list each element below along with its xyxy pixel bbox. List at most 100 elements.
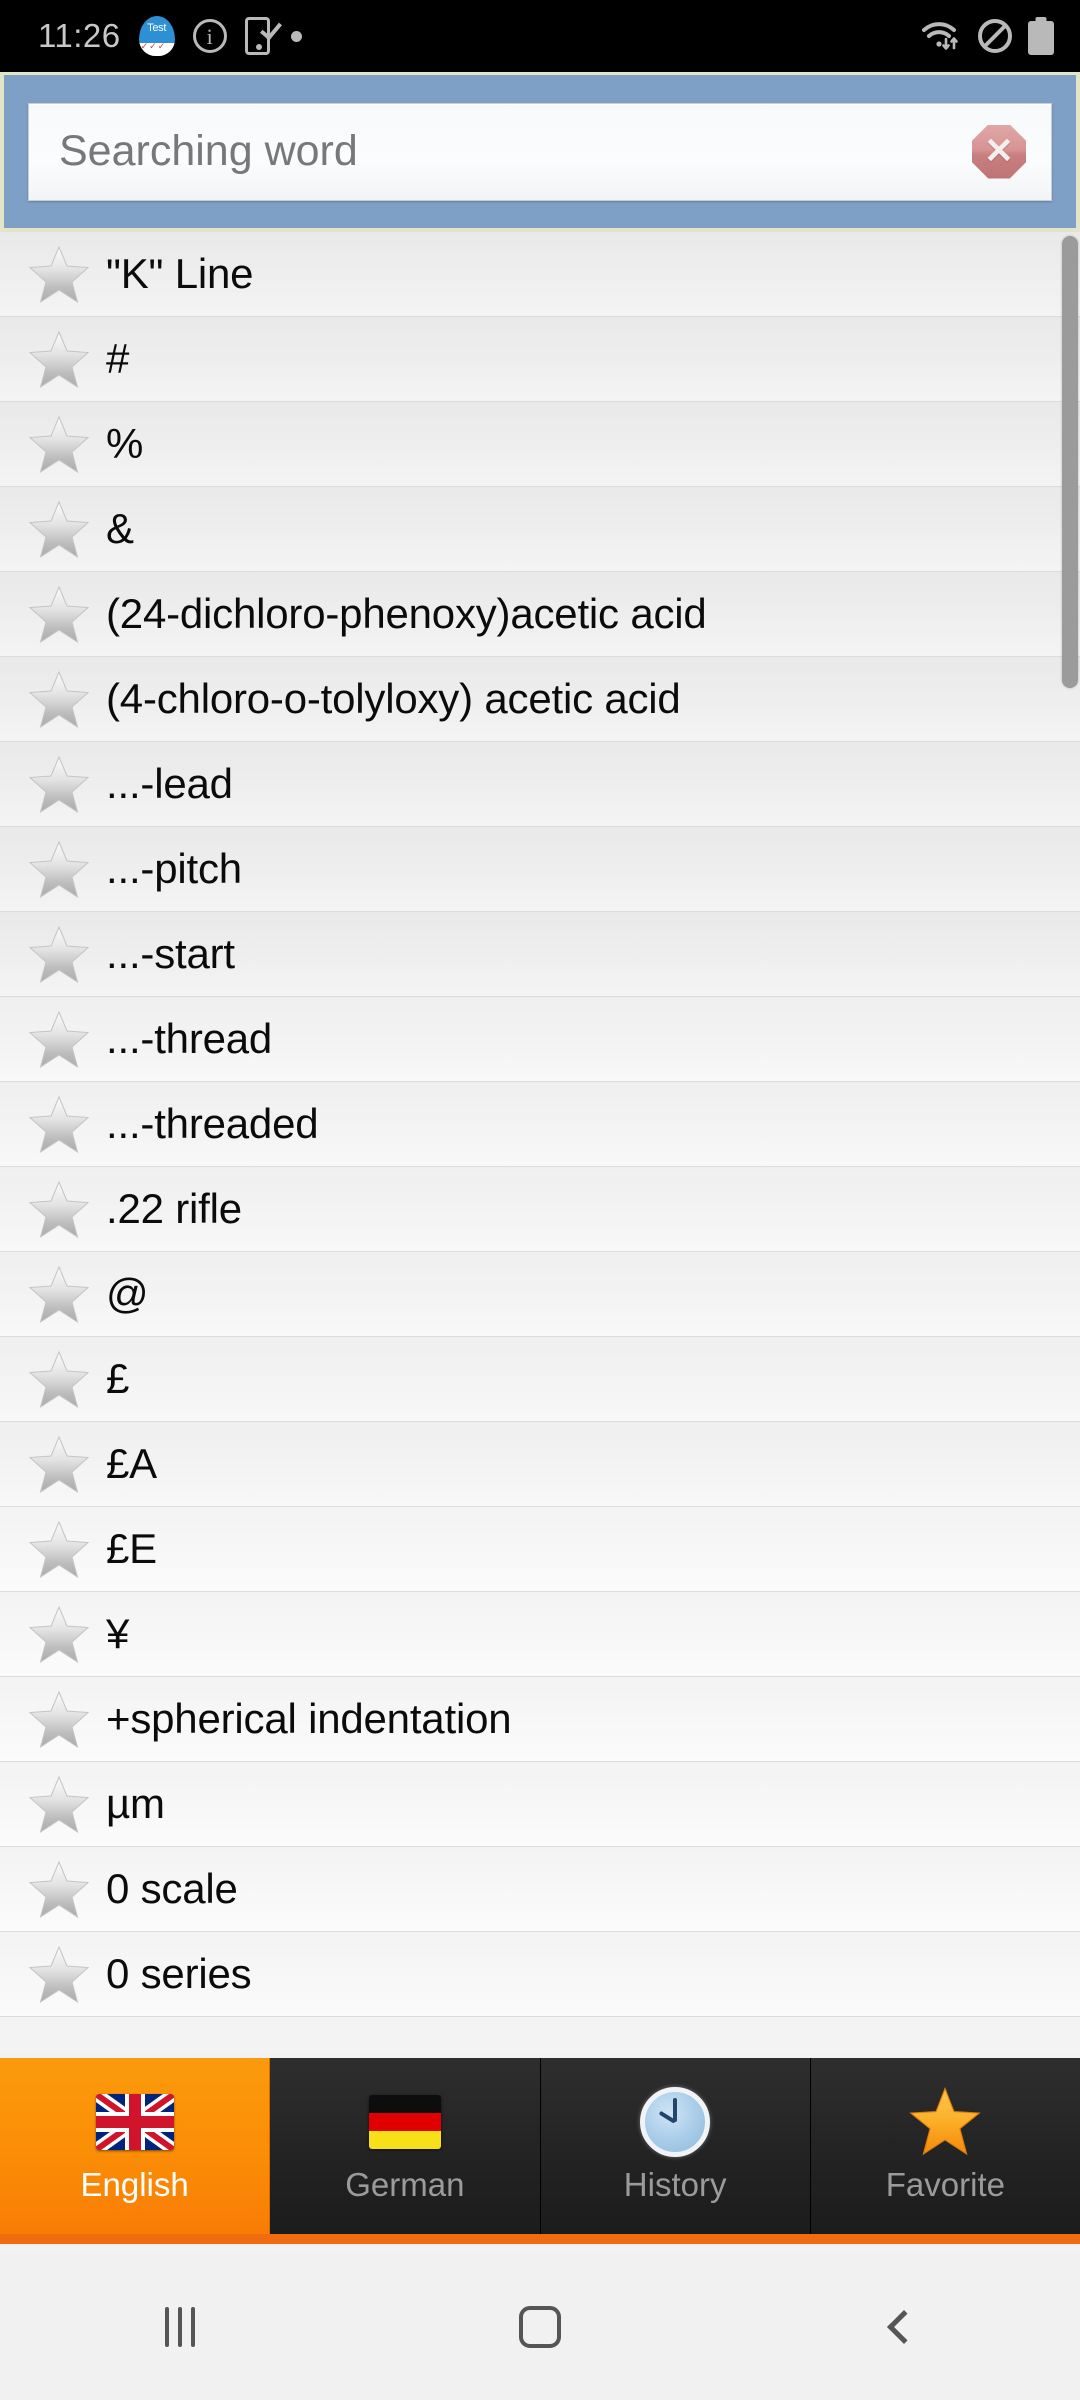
favorite-star-outline-icon[interactable] — [28, 924, 90, 984]
tab-history-label: History — [623, 2166, 727, 2203]
test-app-icon-base — [138, 41, 175, 56]
favorite-star-outline-icon[interactable] — [28, 1179, 90, 1239]
list-item-label: % — [106, 420, 144, 467]
phone-screen: 11:26 Test i — [0, 0, 1080, 2400]
list-item-label: +spherical indentation — [106, 1695, 512, 1742]
list-item[interactable]: 0 series — [0, 1932, 1080, 2017]
list-item-label: £E — [106, 1525, 157, 1572]
favorite-star-outline-icon[interactable] — [28, 754, 90, 814]
list-item-label: ...-start — [106, 930, 235, 977]
clear-x-glyph: ✕ — [983, 129, 1015, 171]
list-item-label: 0 scale — [106, 1865, 238, 1912]
home-icon — [519, 2306, 561, 2348]
list-item[interactable]: # — [0, 317, 1080, 402]
status-bar: 11:26 Test i — [0, 0, 1080, 72]
battery-icon — [1028, 17, 1054, 55]
uk-flag-icon — [94, 2088, 176, 2156]
tab-favorite[interactable]: Favorite — [810, 2058, 1080, 2234]
list-item-label: ¥ — [106, 1610, 130, 1657]
recents-button[interactable] — [0, 2307, 360, 2347]
list-item[interactable]: .22 rifle — [0, 1167, 1080, 1252]
list-item-label: (4-chloro-o-tolyloxy) acetic acid — [106, 675, 681, 722]
favorite-star-outline-icon[interactable] — [28, 1774, 90, 1834]
list-item-label: ...-threaded — [106, 1100, 319, 1147]
list-item[interactable]: ¥ — [0, 1592, 1080, 1677]
list-item[interactable]: @ — [0, 1252, 1080, 1337]
list-item[interactable]: ...-start — [0, 912, 1080, 997]
status-clock: 11:26 — [38, 17, 121, 54]
list-item[interactable]: ...-threaded — [0, 1082, 1080, 1167]
info-circle-icon: i — [192, 19, 227, 53]
favorite-star-outline-icon[interactable] — [28, 839, 90, 899]
list-item[interactable]: "K" Line — [0, 232, 1080, 317]
favorite-star-outline-icon[interactable] — [28, 1689, 90, 1749]
bottom-tab-bar: English German History Favorite — [0, 2058, 1080, 2244]
list-item-label: 0 series — [106, 1950, 252, 1997]
list-item-label: £A — [106, 1440, 157, 1487]
favorite-star-outline-icon[interactable] — [28, 1009, 90, 1069]
favorite-star-outline-icon[interactable] — [28, 1094, 90, 1154]
tab-english-label: English — [80, 2166, 189, 2203]
favorite-star-outline-icon[interactable] — [28, 1434, 90, 1494]
tab-english[interactable]: English — [0, 2058, 271, 2234]
favorite-star-outline-icon[interactable] — [28, 329, 90, 389]
list-item[interactable]: £ — [0, 1337, 1080, 1422]
scrollbar-thumb[interactable] — [1062, 236, 1078, 688]
favorite-star-outline-icon[interactable] — [28, 1349, 90, 1409]
status-bar-right — [920, 17, 1054, 55]
dot-indicator-icon — [290, 30, 302, 42]
list-item-label: "K" Line — [106, 250, 254, 297]
back-button[interactable] — [720, 2310, 1080, 2344]
list-item-label: µm — [106, 1780, 165, 1827]
list-item-label: & — [106, 505, 134, 552]
search-input[interactable]: Searching word ✕ — [28, 102, 1052, 201]
german-flag-icon — [364, 2088, 446, 2156]
list-item-label: £ — [106, 1355, 130, 1402]
android-nav-bar — [0, 2254, 1080, 2400]
list-item[interactable]: +spherical indentation — [0, 1677, 1080, 1762]
list-item[interactable]: ...-lead — [0, 742, 1080, 827]
clock-icon — [634, 2087, 716, 2157]
search-input-placeholder: Searching word — [59, 127, 358, 175]
favorite-star-outline-icon[interactable] — [28, 1264, 90, 1324]
test-app-icon: Test — [138, 16, 175, 56]
list-item[interactable]: ...-thread — [0, 997, 1080, 1082]
list-item-label: ...-pitch — [106, 845, 242, 892]
do-not-disturb-icon — [978, 19, 1012, 53]
tab-german-label: German — [345, 2166, 465, 2203]
favorite-star-outline-icon[interactable] — [28, 1859, 90, 1919]
home-button[interactable] — [360, 2306, 720, 2348]
list-item-label: @ — [106, 1270, 149, 1317]
list-item[interactable]: µm — [0, 1762, 1080, 1847]
clear-octagon-icon: ✕ — [972, 124, 1026, 179]
favorite-star-outline-icon[interactable] — [28, 1519, 90, 1579]
vertical-scrollbar[interactable] — [1062, 232, 1080, 2050]
list-item[interactable]: & — [0, 487, 1080, 572]
favorite-star-outline-icon[interactable] — [28, 669, 90, 729]
list-item-label: (24-dichloro-phenoxy)acetic acid — [106, 590, 707, 637]
phone-check-icon — [244, 17, 282, 55]
list-item[interactable]: (4-chloro-o-tolyloxy) acetic acid — [0, 657, 1080, 742]
status-bar-left: 11:26 Test i — [38, 16, 920, 56]
list-item[interactable]: £E — [0, 1507, 1080, 1592]
clear-search-button[interactable]: ✕ — [971, 124, 1027, 180]
list-item-label: # — [106, 335, 130, 382]
list-item-label: ...-lead — [106, 760, 233, 807]
favorite-star-outline-icon[interactable] — [28, 414, 90, 474]
search-header: Searching word ✕ — [0, 72, 1080, 232]
favorite-star-outline-icon[interactable] — [28, 584, 90, 644]
favorite-star-outline-icon[interactable] — [28, 499, 90, 559]
favorite-star-outline-icon[interactable] — [28, 1604, 90, 1664]
list-item[interactable]: 0 scale — [0, 1847, 1080, 1932]
list-item[interactable]: ...-pitch — [0, 827, 1080, 912]
word-list[interactable]: "K" Line #% & (24-dichloro-phenoxy)acetic a… — [0, 232, 1080, 2050]
back-chevron-icon — [887, 2310, 921, 2344]
favorite-star-outline-icon[interactable] — [28, 244, 90, 304]
list-item[interactable]: % — [0, 402, 1080, 487]
star-icon — [904, 2087, 986, 2156]
list-item[interactable]: (24-dichloro-phenoxy)acetic acid — [0, 572, 1080, 657]
tab-history[interactable]: History — [540, 2058, 811, 2234]
favorite-star-outline-icon[interactable] — [28, 1944, 90, 2004]
list-item[interactable]: £A — [0, 1422, 1080, 1507]
tab-german[interactable]: German — [270, 2058, 541, 2234]
